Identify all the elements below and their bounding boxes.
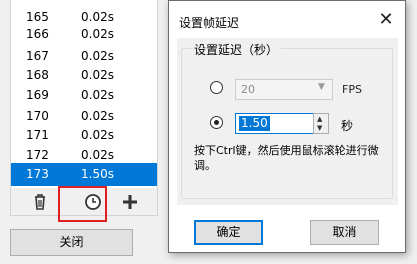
frame-duration: 0.02s xyxy=(81,88,114,102)
frame-list: 165 0.02s 166 0.02s 167 0.02s 168 0.02s … xyxy=(10,0,158,188)
fps-value: 20 xyxy=(241,83,255,96)
fps-radio[interactable] xyxy=(210,81,223,94)
delay-input[interactable]: 1.50 xyxy=(235,113,315,134)
frame-duration: 0.02s xyxy=(81,27,114,41)
stepper-down-icon[interactable]: ▼ xyxy=(317,124,322,132)
frame-number: 166 xyxy=(26,27,49,41)
close-button[interactable]: 关闭 xyxy=(10,229,133,256)
fps-unit-label: FPS xyxy=(342,83,362,96)
cancel-button[interactable]: 取消 xyxy=(310,220,379,245)
frame-duration: 1.50s xyxy=(81,167,114,181)
hint-text: 按下Ctrl键，然后使用鼠标滚轮进行微调。 xyxy=(194,144,379,172)
frame-row[interactable]: 169 0.02s xyxy=(11,84,157,107)
delay-stepper[interactable]: ▲ ▼ xyxy=(313,113,329,134)
add-frame-button[interactable] xyxy=(119,191,141,213)
ok-button[interactable]: 确定 xyxy=(194,220,263,245)
fps-select: 20 ▼ xyxy=(235,79,333,100)
stepper-up-icon[interactable]: ▲ xyxy=(317,115,322,123)
group-label: 设置延迟（秒） xyxy=(191,41,282,58)
delete-frame-button[interactable] xyxy=(29,191,51,213)
frame-number: 173 xyxy=(26,167,49,181)
seconds-unit-label: 秒 xyxy=(341,119,354,133)
delay-value: 1.50 xyxy=(239,116,270,131)
radio-dot xyxy=(214,120,219,125)
frame-row[interactable]: 166 0.02s xyxy=(11,23,157,46)
frame-number: 169 xyxy=(26,88,49,102)
highlight-box xyxy=(58,186,107,222)
frame-row-selected[interactable]: 173 1.50s xyxy=(11,163,157,186)
dialog-title: 设置帧延迟 xyxy=(179,16,240,30)
chevron-down-icon: ▼ xyxy=(318,82,325,92)
plus-icon xyxy=(123,195,137,209)
trash-icon xyxy=(35,194,45,210)
seconds-radio[interactable] xyxy=(210,116,223,129)
close-icon[interactable]: ✕ xyxy=(373,7,399,33)
